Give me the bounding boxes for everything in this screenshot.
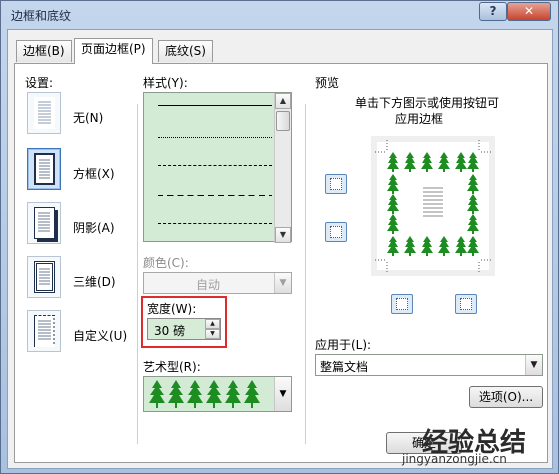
setting-shadow-label[interactable]: 阴影(A) <box>73 219 115 236</box>
text-lines-icon <box>39 268 50 285</box>
setting-none-label[interactable]: 无(N) <box>73 109 103 126</box>
apply-to-value: 整篇文档 <box>320 360 369 374</box>
line-style-dash-dot[interactable] <box>158 223 272 224</box>
right-border-button[interactable] <box>455 294 477 314</box>
style-list[interactable]: ▲ ▼ <box>143 92 292 243</box>
text-lines-icon <box>39 159 50 179</box>
scroll-thumb[interactable] <box>276 111 290 131</box>
preview-area[interactable] <box>371 136 495 276</box>
chevron-down-icon: ▼ <box>274 273 291 293</box>
color-value: 自动 <box>196 278 221 292</box>
spin-up-icon[interactable]: ▲ <box>205 319 220 329</box>
chevron-down-icon[interactable]: ▼ <box>274 377 291 411</box>
close-button[interactable]: ✕ <box>507 2 551 21</box>
border-left-icon <box>396 298 408 310</box>
text-lines-icon <box>38 318 55 346</box>
setting-3d-label[interactable]: 三维(D) <box>73 273 116 290</box>
preview-instruction-1: 单击下方图示或使用按钮可 <box>355 96 500 110</box>
border-top-icon <box>330 178 342 190</box>
page-border-panel: 设置: 无(N) 方框(X) 阴影(A) 三维(D) 自定义(U) 样式(Y):… <box>14 63 548 463</box>
border-bottom-icon <box>330 226 342 238</box>
spin-down-icon[interactable]: ▼ <box>205 329 220 339</box>
line-style-dotted[interactable] <box>158 137 272 138</box>
settings-heading: 设置: <box>25 76 54 90</box>
preview-instruction-2: 应用边框 <box>395 112 444 126</box>
art-heading: 艺术型(R): <box>143 360 201 374</box>
divider <box>137 104 138 444</box>
text-lines-icon <box>38 101 51 124</box>
tab-borders[interactable]: 边框(B) <box>16 40 72 62</box>
tab-page-border[interactable]: 页面边框(P) <box>74 38 153 64</box>
setting-3d-button[interactable] <box>27 256 61 298</box>
dialog-client-area: 边框(B) 页面边框(P) 底纹(S) 设置: 无(N) 方框(X) 阴影(A)… <box>7 29 553 469</box>
style-heading: 样式(Y): <box>143 76 188 90</box>
border-right-icon <box>460 298 472 310</box>
setting-box-button[interactable] <box>27 148 61 190</box>
setting-shadow-button[interactable] <box>27 202 61 244</box>
color-heading: 颜色(C): <box>143 256 189 270</box>
left-border-button[interactable] <box>391 294 413 314</box>
ok-button[interactable]: 确定 <box>386 432 462 454</box>
dialog-title: 边框和底纹 <box>11 9 72 23</box>
top-border-button[interactable] <box>325 174 347 194</box>
style-list-scrollbar[interactable]: ▲ ▼ <box>274 93 291 243</box>
page-shadow-icon <box>34 207 55 239</box>
line-style-dashed-small[interactable] <box>158 165 272 166</box>
line-style-solid[interactable] <box>158 105 272 106</box>
width-heading: 宽度(W): <box>147 302 197 316</box>
text-lines-icon <box>38 212 50 232</box>
scroll-down-icon[interactable]: ▼ <box>275 227 291 243</box>
apply-to-heading: 应用于(L): <box>315 338 372 352</box>
help-button[interactable]: ? <box>479 2 507 21</box>
page-custom-icon <box>34 315 55 347</box>
title-bar[interactable]: 边框和底纹 ? ✕ <box>1 1 558 29</box>
setting-custom-button[interactable] <box>27 310 61 352</box>
divider <box>305 104 306 444</box>
page-3d-icon <box>34 261 55 293</box>
options-button[interactable]: 选项(O)... <box>469 386 543 408</box>
page-box-icon <box>34 153 55 185</box>
scroll-up-icon[interactable]: ▲ <box>275 93 291 109</box>
page-none-icon <box>34 97 55 129</box>
setting-box-label[interactable]: 方框(X) <box>73 165 115 182</box>
bottom-border-button[interactable] <box>325 222 347 242</box>
dialog-window: 边框和底纹 ? ✕ 边框(B) 页面边框(P) 底纹(S) 设置: 无(N) 方… <box>0 0 559 474</box>
width-value: 30 磅 <box>154 324 186 338</box>
setting-none-button[interactable] <box>27 92 61 134</box>
preview-heading: 预览 <box>315 76 340 90</box>
page-preview <box>375 140 491 272</box>
art-select[interactable]: ▼ <box>143 376 292 412</box>
line-style-dashed-large[interactable] <box>158 195 272 196</box>
color-select[interactable]: 自动 ▼ <box>143 272 292 294</box>
tab-shading[interactable]: 底纹(S) <box>158 40 213 62</box>
width-spinbox[interactable]: 30 磅 ▲ ▼ <box>147 318 221 340</box>
setting-custom-label[interactable]: 自定义(U) <box>73 327 127 344</box>
chevron-down-icon: ▼ <box>525 355 542 375</box>
apply-to-select[interactable]: 整篇文档 ▼ <box>315 354 543 376</box>
tree-icon <box>149 380 260 408</box>
